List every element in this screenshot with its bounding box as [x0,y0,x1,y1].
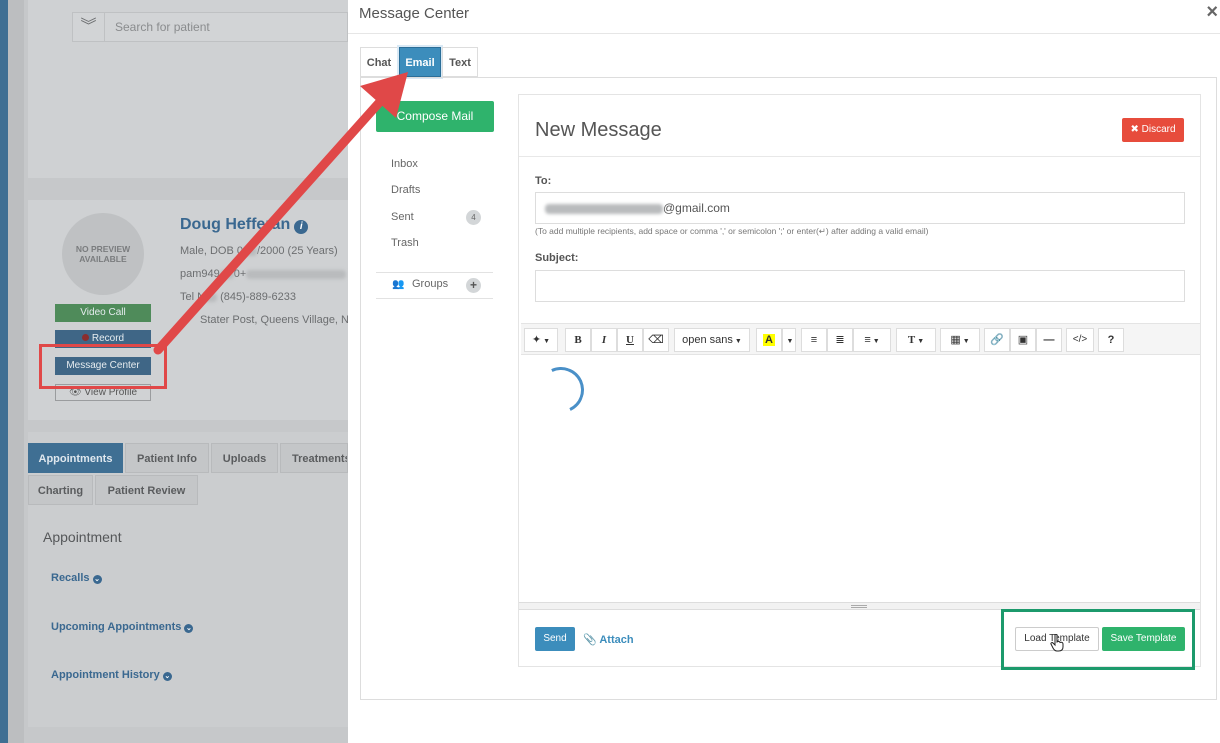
image-icon[interactable]: ▣ [1010,328,1036,352]
unordered-list-icon[interactable]: ≡ [801,328,827,352]
code-view-button[interactable]: </> [1066,328,1094,352]
compose-mail-button[interactable]: Compose Mail [376,101,494,132]
subject-field[interactable] [535,270,1185,302]
compose-title: New Message [535,119,662,141]
help-button[interactable]: ? [1098,328,1124,352]
tab-patient-info[interactable]: Patient Info [125,443,209,473]
to-field[interactable]: @gmail.com [535,192,1185,224]
users-icon: 👥 [392,279,405,290]
patient-phone: Tel N (845)-889-6233 [180,291,296,303]
horizontal-rule-icon[interactable]: — [1036,328,1062,352]
avatar: NO PREVIEW AVAILABLE [62,213,144,295]
recipients-hint: (To add multiple recipients, add space o… [535,226,929,236]
highlight-color-dropdown[interactable]: ▼ [782,328,796,352]
annotation-highlight-message-center [39,344,167,389]
patient-demographics: Male, DOB 0/2000 (25 Years) [180,245,338,257]
highlight-color-button[interactable]: A [756,328,782,352]
chevron-down-icon: ⌄ [184,624,194,633]
appointment-section-title: Appointment [43,529,122,545]
tab-uploads[interactable]: Uploads [211,443,278,473]
tab-text[interactable]: Text [442,47,478,77]
chevron-down-icon: ⌄ [92,575,102,584]
compose-header: New Message ✖ Discard [519,95,1200,157]
table-icon[interactable]: ▦ ▼ [940,328,980,352]
upcoming-appointments-link[interactable]: Upcoming Appointments ⌄ [51,621,194,633]
video-call-button[interactable]: Video Call [55,304,151,322]
folder-sent[interactable]: Sent [391,211,414,223]
paperclip-icon: 📎 [583,634,597,646]
sidebar-divider [376,298,493,299]
link-icon[interactable]: 🔗 [984,328,1010,352]
tab-appointments[interactable]: Appointments [28,443,123,473]
background-page: ︾ Search for patient NO PREVIEW AVAILABL… [0,0,358,743]
message-editor[interactable] [521,356,1200,602]
groups-item[interactable]: 👥 Groups [392,278,448,290]
redacted-email [545,203,663,214]
grip-icon [851,605,867,608]
subject-label: Subject: [535,252,579,264]
compose-panel: New Message ✖ Discard To: @gmail.com (To… [518,94,1201,667]
patient-email: pam949 0+ [180,268,347,280]
close-icon[interactable]: × [1206,1,1218,24]
patient-search[interactable]: ︾ Search for patient [72,12,348,42]
sent-count-badge: 4 [466,210,481,225]
magic-wand-icon[interactable]: ✦ ▼ [524,328,558,352]
patient-address: Stater Post, Queens Village, NY, [200,314,358,326]
sidebar-divider [376,272,493,273]
chevron-double-down-icon[interactable]: ︾ [73,13,105,41]
tab-treatments[interactable]: Treatments [280,443,348,473]
align-icon[interactable]: ≡ ▼ [853,328,891,352]
underline-button[interactable]: U [617,328,643,352]
eraser-icon[interactable]: ⌫ [643,328,669,352]
tab-charting[interactable]: Charting [28,475,93,505]
italic-button[interactable]: I [591,328,617,352]
font-size-select[interactable]: T ▼ [896,328,936,352]
tab-patient-review[interactable]: Patient Review [95,475,198,505]
hand-cursor-icon [1050,634,1064,652]
bold-button[interactable]: B [565,328,591,352]
patient-name[interactable]: Doug Hefferan i [180,216,309,234]
modal-header: Message Center × [348,0,1220,34]
record-dot-icon [81,334,89,341]
left-nav-shadow [8,0,24,743]
to-label: To: [535,175,552,187]
editor-toolbar: ✦ ▼ B I U ⌫ open sans ▼ A ▼ ≡ ≣ ≡ ▼ T ▼ ▦ ▼ 🔗… [521,323,1200,355]
left-nav-strip [0,0,8,743]
tab-chat[interactable]: Chat [360,47,398,77]
font-family-select[interactable]: open sans ▼ [674,328,750,352]
folder-inbox[interactable]: Inbox [391,158,418,170]
tab-email[interactable]: Email [399,47,441,77]
folder-drafts[interactable]: Drafts [391,184,420,196]
search-input[interactable]: Search for patient [115,13,210,41]
discard-button[interactable]: ✖ Discard [1122,118,1184,142]
modal-title: Message Center [359,5,470,22]
loading-spinner-icon [531,360,591,420]
info-icon[interactable]: i [294,220,309,234]
recalls-link[interactable]: Recalls ⌄ [51,572,102,584]
add-group-button[interactable]: + [466,278,481,293]
send-button[interactable]: Send [535,627,575,651]
appointment-history-link[interactable]: Appointment History ⌄ [51,669,172,681]
folder-trash[interactable]: Trash [391,237,419,249]
annotation-highlight-templates [1001,609,1195,670]
chevron-down-icon: ⌄ [162,672,172,681]
ordered-list-icon[interactable]: ≣ [827,328,853,352]
attach-link[interactable]: 📎 Attach [583,633,634,646]
